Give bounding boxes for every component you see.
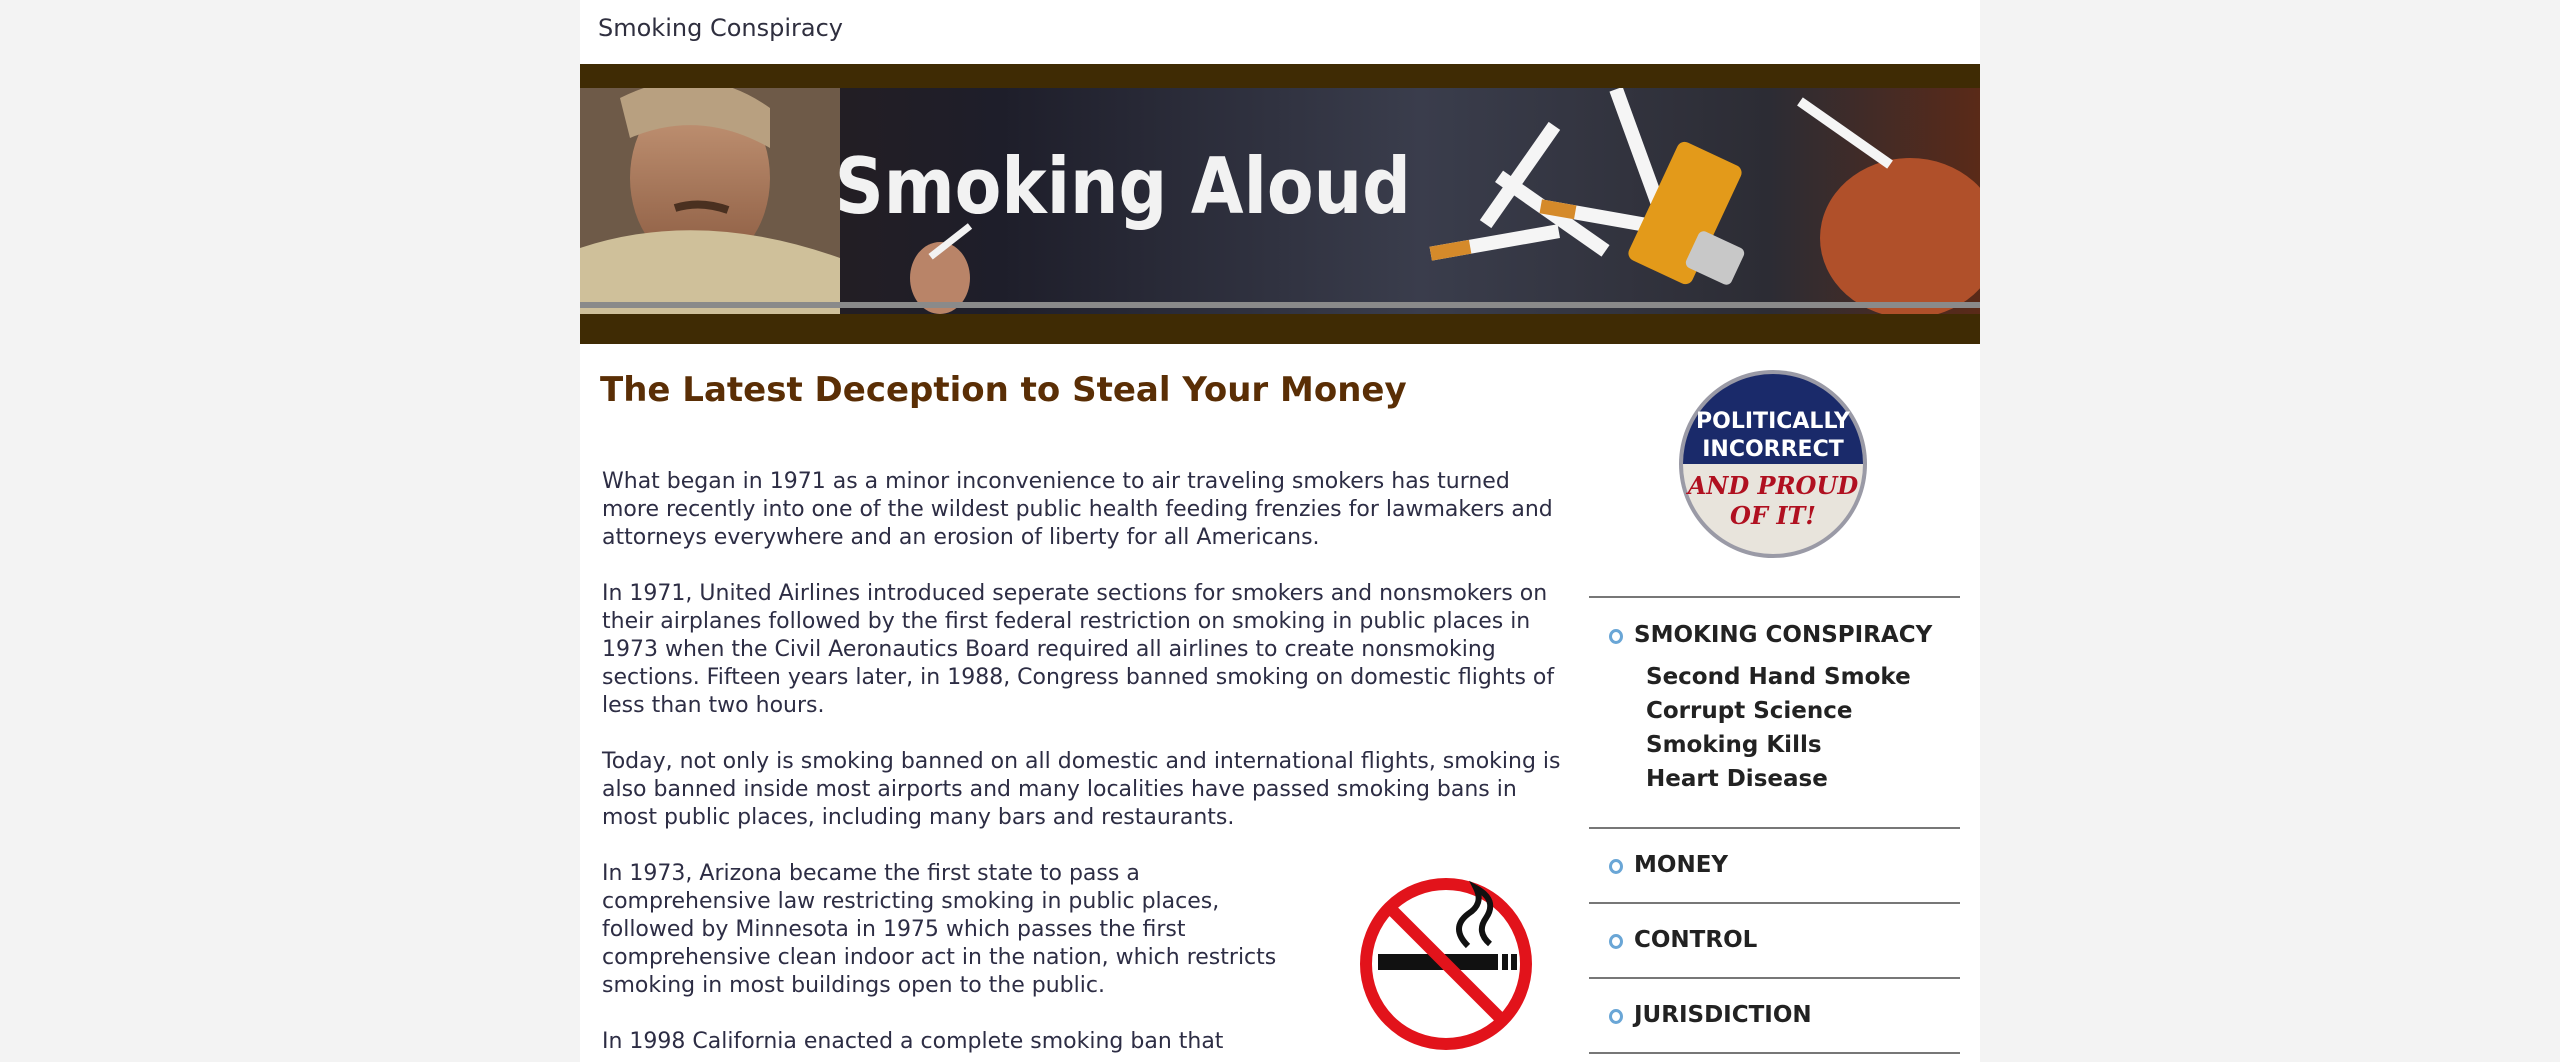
nav-bullet-icon (1609, 1008, 1623, 1024)
page-container: Smoking Conspiracy Smoking Aloud The Lat… (580, 0, 1980, 1062)
nav-sublist: Second Hand Smoke Corrupt Science Smokin… (1646, 660, 1911, 796)
main-content: The Latest Deception to Steal Your Money… (600, 370, 1560, 1054)
nav-bullet-icon (1609, 628, 1623, 644)
nav-subitem-corrupt-science[interactable]: Corrupt Science (1646, 694, 1911, 728)
nav-subitem-second-hand-smoke[interactable]: Second Hand Smoke (1646, 660, 1911, 694)
site-title[interactable]: Smoking Conspiracy (598, 14, 843, 42)
banner: Smoking Aloud (580, 64, 1980, 344)
nav-bullet-icon (1609, 858, 1623, 874)
sidebar-divider (1589, 977, 1960, 979)
sidebar-divider (1589, 596, 1960, 598)
sidebar-divider (1589, 827, 1960, 829)
badge-line-2: INCORRECT (1702, 437, 1844, 462)
sidebar-divider (1589, 1052, 1960, 1054)
nav-item-money[interactable]: MONEY (1609, 852, 1728, 878)
politically-incorrect-badge: POLITICALLY INCORRECT AND PROUD OF IT! (1679, 370, 1867, 558)
badge-line-3: AND PROUD (1686, 471, 1859, 500)
nav-item-label: JURISDICTION (1634, 1002, 1812, 1028)
nav-item-jurisdiction[interactable]: JURISDICTION (1609, 1002, 1812, 1028)
no-smoking-icon (1360, 878, 1532, 1050)
nav-item-label: CONTROL (1634, 927, 1758, 953)
article-paragraph: In 1998 California enacted a complete sm… (602, 1029, 1224, 1054)
nav-bullet-icon (1609, 933, 1623, 949)
article-paragraph: Today, not only is smoking banned on all… (602, 749, 1561, 830)
badge-line-1: POLITICALLY (1696, 409, 1851, 434)
article-paragraph: In 1973, Arizona became the first state … (602, 861, 1277, 998)
article-paragraph: In 1971, United Airlines introduced sepe… (602, 581, 1555, 718)
badge-line-4: OF IT! (1730, 501, 1816, 530)
article-headline: The Latest Deception to Steal Your Money (600, 370, 1407, 410)
article-paragraph: What began in 1971 as a minor inconvenie… (602, 469, 1553, 550)
sidebar-divider (1589, 902, 1960, 904)
banner-image: Smoking Aloud (580, 88, 1980, 314)
nav-item-smoking-conspiracy[interactable]: SMOKING CONSPIRACY (1609, 622, 1932, 648)
nav-item-label: MONEY (1634, 852, 1729, 878)
nav-item-label: SMOKING CONSPIRACY (1634, 622, 1933, 648)
nav-item-control[interactable]: CONTROL (1609, 927, 1757, 953)
nav-subitem-heart-disease[interactable]: Heart Disease (1646, 762, 1911, 796)
nav-subitem-smoking-kills[interactable]: Smoking Kills (1646, 728, 1911, 762)
banner-title: Smoking Aloud (835, 142, 1411, 232)
